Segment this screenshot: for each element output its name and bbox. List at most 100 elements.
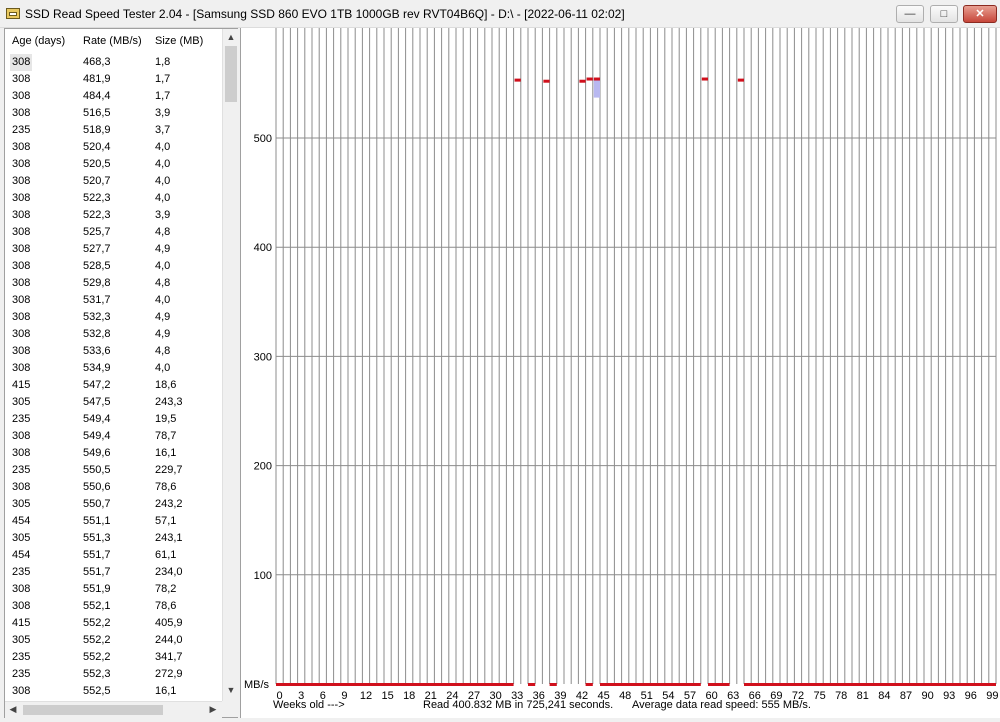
rate-cell: 481,9: [83, 73, 111, 85]
rate-cell: 549,4: [83, 430, 111, 442]
column-header-rate[interactable]: Rate (MB/s): [83, 33, 142, 49]
table-row[interactable]: 308 522,3 4,0: [5, 190, 223, 207]
table-row[interactable]: 415 547,2 18,6: [5, 377, 223, 394]
table-row[interactable]: 308 528,5 4,0: [5, 258, 223, 275]
baseline-segment: [528, 683, 536, 686]
table-row[interactable]: 308 529,8 4,8: [5, 275, 223, 292]
age-cell: 305: [12, 498, 31, 510]
age-cell: 308: [12, 260, 31, 272]
age-cell: 308: [12, 685, 31, 697]
table-row[interactable]: 235 551,7 234,0: [5, 564, 223, 581]
table-row[interactable]: 308 527,7 4,9: [5, 241, 223, 258]
age-cell: 308: [12, 430, 31, 442]
horizontal-scroll-thumb[interactable]: [23, 705, 163, 715]
table-row[interactable]: 308 533,6 4,8: [5, 343, 223, 360]
rate-cell: 484,4: [83, 90, 111, 102]
rate-cell: 550,7: [83, 498, 111, 510]
table-row[interactable]: 308 520,5 4,0: [5, 156, 223, 173]
table-row[interactable]: 308 532,8 4,9: [5, 326, 223, 343]
age-cell: 308: [12, 277, 31, 289]
table-row[interactable]: 308 549,6 16,1: [5, 445, 223, 462]
rate-cell: 525,7: [83, 226, 111, 238]
table-row[interactable]: 308 551,9 78,2: [5, 581, 223, 598]
baseline-segment: [708, 683, 730, 686]
table-row[interactable]: 308 484,4 1,7: [5, 88, 223, 105]
scroll-right-icon[interactable]: ▶: [205, 704, 221, 715]
scroll-up-icon[interactable]: ▲: [223, 32, 239, 42]
table-row[interactable]: 305 552,2 244,0: [5, 632, 223, 649]
rate-cell: 552,2: [83, 634, 111, 646]
x-tick-label: 75: [813, 690, 825, 702]
x-axis-caption: Weeks old --->: [273, 699, 345, 711]
table-row[interactable]: 454 551,7 61,1: [5, 547, 223, 564]
table-row[interactable]: 308 516,5 3,9: [5, 105, 223, 122]
horizontal-scrollbar[interactable]: ◀ ▶: [5, 701, 222, 718]
table-row[interactable]: 308 531,7 4,0: [5, 292, 223, 309]
vertical-scroll-thumb[interactable]: [225, 46, 237, 102]
table-row[interactable]: 308 520,7 4,0: [5, 173, 223, 190]
scroll-down-icon[interactable]: ▼: [223, 685, 239, 695]
table-row[interactable]: 308 550,6 78,6: [5, 479, 223, 496]
rate-cell: 468,3: [83, 56, 111, 68]
rate-cell: 550,5: [83, 464, 111, 476]
size-cell: 3,9: [155, 107, 171, 119]
table-row[interactable]: 308 520,4 4,0: [5, 139, 223, 156]
age-cell: 235: [12, 651, 31, 663]
table-row[interactable]: 308 552,1 78,6: [5, 598, 223, 615]
size-cell: 4,8: [155, 226, 171, 238]
y-tick-label: 100: [254, 570, 272, 582]
age-cell: 308: [12, 328, 31, 340]
window-title: SSD Read Speed Tester 2.04 - [Samsung SS…: [25, 7, 625, 21]
age-cell: 305: [12, 634, 31, 646]
table-row[interactable]: 305 547,5 243,3: [5, 394, 223, 411]
baseline-segment: [585, 683, 593, 686]
size-cell: 4,8: [155, 345, 171, 357]
size-cell: 78,6: [155, 600, 177, 612]
table-row[interactable]: 308 532,3 4,9: [5, 309, 223, 326]
column-header-age[interactable]: Age (days): [12, 33, 65, 49]
rate-cell: 551,3: [83, 532, 111, 544]
table-row[interactable]: 305 550,7 243,2: [5, 496, 223, 513]
close-button[interactable]: ✕: [963, 5, 997, 23]
vertical-scrollbar[interactable]: ▲ ▼: [222, 29, 239, 701]
rate-cell: 547,2: [83, 379, 111, 391]
table-row[interactable]: 308 481,9 1,7: [5, 71, 223, 88]
table-row[interactable]: 305 551,3 243,1: [5, 530, 223, 547]
table-row[interactable]: 308 525,7 4,8: [5, 224, 223, 241]
table-row[interactable]: 308 522,3 3,9: [5, 207, 223, 224]
age-cell: 308: [12, 447, 31, 459]
table-row[interactable]: 308 549,4 78,7: [5, 428, 223, 445]
rate-cell: 518,9: [83, 124, 111, 136]
table-row[interactable]: 235 518,9 3,7: [5, 122, 223, 139]
age-cell: 454: [12, 549, 31, 561]
size-cell: 229,7: [155, 464, 183, 476]
column-header-size[interactable]: Size (MB): [155, 33, 203, 49]
avg-speed-mark: [701, 77, 708, 81]
table-row[interactable]: 454 551,1 57,1: [5, 513, 223, 530]
table-row[interactable]: 235 552,2 341,7: [5, 649, 223, 666]
table-row[interactable]: 308 534,9 4,0: [5, 360, 223, 377]
size-cell: 61,1: [155, 549, 177, 561]
table-row[interactable]: 415 552,2 405,9: [5, 615, 223, 632]
avg-speed-mark: [737, 78, 744, 82]
table-row[interactable]: 235 552,3 272,9: [5, 666, 223, 683]
rate-cell: 532,3: [83, 311, 111, 323]
minimize-button[interactable]: —: [896, 5, 924, 23]
age-cell: 308: [12, 600, 31, 612]
size-cell: 243,1: [155, 532, 183, 544]
age-cell: 235: [12, 566, 31, 578]
table-row[interactable]: 235 549,4 19,5: [5, 411, 223, 428]
avg-speed-mark: [593, 77, 600, 81]
scroll-left-icon[interactable]: ◀: [5, 704, 21, 715]
age-cell: 235: [12, 464, 31, 476]
size-cell: 1,7: [155, 90, 171, 102]
x-tick-label: 84: [878, 690, 890, 702]
table-row[interactable]: 308 552,5 16,1: [5, 683, 223, 700]
maximize-button[interactable]: □: [930, 5, 958, 23]
size-cell: 16,1: [155, 685, 177, 697]
results-list[interactable]: Age (days) Rate (MB/s) Size (MB) 308 468,…: [4, 28, 239, 718]
table-row[interactable]: 308 468,3 1,8: [5, 54, 223, 71]
size-cell: 234,0: [155, 566, 183, 578]
rate-cell: 528,5: [83, 260, 111, 272]
table-row[interactable]: 235 550,5 229,7: [5, 462, 223, 479]
